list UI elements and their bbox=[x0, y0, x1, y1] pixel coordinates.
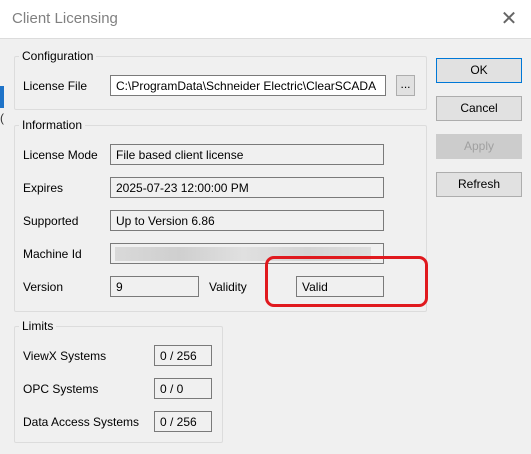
background-window-fragment bbox=[0, 86, 4, 108]
opc-systems-field: 0 / 0 bbox=[154, 378, 212, 399]
close-icon[interactable]: ✕ bbox=[497, 7, 521, 31]
version-label: Version bbox=[23, 280, 64, 294]
refresh-button[interactable]: Refresh bbox=[436, 172, 522, 197]
configuration-legend: Configuration bbox=[19, 49, 97, 63]
validity-label: Validity bbox=[209, 280, 247, 294]
window-title: Client Licensing bbox=[12, 10, 118, 27]
viewx-systems-label: ViewX Systems bbox=[23, 349, 107, 363]
information-legend: Information bbox=[19, 118, 86, 132]
data-access-systems-field: 0 / 256 bbox=[154, 411, 212, 432]
data-access-systems-label: Data Access Systems bbox=[23, 415, 140, 429]
ok-button[interactable]: OK bbox=[436, 58, 522, 83]
background-window-glyph: ( bbox=[0, 111, 4, 125]
viewx-systems-field: 0 / 256 bbox=[154, 345, 212, 366]
browse-button[interactable]: ... bbox=[396, 75, 415, 96]
expires-label: Expires bbox=[23, 181, 64, 195]
title-bar: Client Licensing ✕ bbox=[0, 0, 531, 39]
license-mode-field: File based client license bbox=[110, 144, 384, 165]
machine-id-label: Machine Id bbox=[23, 247, 82, 261]
license-mode-label: License Mode bbox=[23, 148, 98, 162]
apply-button[interactable]: Apply bbox=[436, 134, 522, 159]
license-file-label: License File bbox=[23, 79, 88, 93]
opc-systems-label: OPC Systems bbox=[23, 382, 99, 396]
validity-highlight-annotation bbox=[265, 256, 428, 307]
expires-field: 2025-07-23 12:00:00 PM bbox=[110, 177, 384, 198]
supported-label: Supported bbox=[23, 214, 79, 228]
supported-field: Up to Version 6.86 bbox=[110, 210, 384, 231]
license-file-field[interactable]: C:\ProgramData\Schneider Electric\ClearS… bbox=[110, 75, 386, 96]
limits-legend: Limits bbox=[19, 319, 57, 333]
version-field: 9 bbox=[110, 276, 199, 297]
cancel-button[interactable]: Cancel bbox=[436, 96, 522, 121]
